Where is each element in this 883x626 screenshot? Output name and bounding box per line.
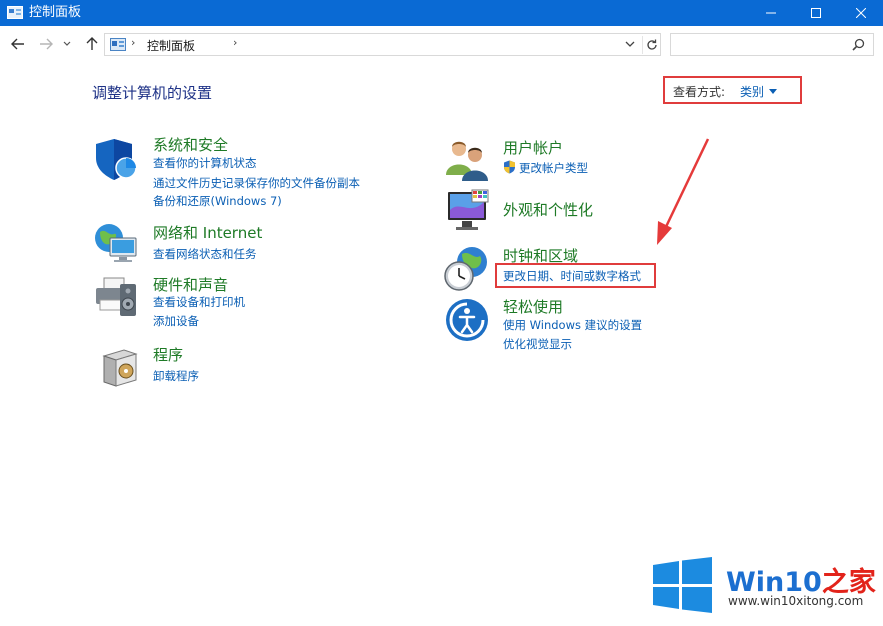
printer-icon[interactable] — [94, 274, 140, 320]
breadcrumb-item[interactable]: 控制面板 — [147, 37, 195, 54]
up-button[interactable] — [82, 34, 102, 54]
link-network-status[interactable]: 查看网络状态和任务 — [153, 246, 257, 262]
category-title-system-security[interactable]: 系统和安全 — [153, 134, 228, 155]
chevron-down-icon — [63, 41, 71, 46]
link-change-date-time-format[interactable]: 更改日期、时间或数字格式 — [503, 268, 641, 284]
link-add-device[interactable]: 添加设备 — [153, 313, 199, 329]
arrow-left-icon — [11, 38, 24, 50]
clock-globe-icon[interactable] — [444, 246, 490, 292]
view-by-label: 查看方式: — [673, 85, 726, 99]
minimize-button[interactable] — [748, 0, 793, 26]
arrow-up-icon — [86, 37, 98, 50]
control-panel-icon — [7, 6, 23, 19]
breadcrumb-separator[interactable]: › — [233, 36, 237, 49]
page-title: 调整计算机的设置 — [92, 84, 213, 102]
back-button[interactable] — [8, 34, 28, 54]
category-title-hardware-sound[interactable]: 硬件和声音 — [153, 274, 228, 295]
forward-button[interactable] — [36, 34, 56, 54]
programs-box-icon[interactable] — [98, 344, 144, 390]
network-globe-icon[interactable] — [94, 220, 140, 266]
view-by-dropdown[interactable]: 类别 — [740, 83, 764, 100]
annotation-arrow — [657, 138, 710, 245]
close-icon — [855, 8, 866, 18]
link-view-computer-status[interactable]: 查看你的计算机状态 — [153, 155, 257, 171]
caret-down-icon[interactable] — [769, 89, 777, 94]
shield-icon[interactable] — [94, 136, 140, 182]
category-title-ease-of-access[interactable]: 轻松使用 — [503, 296, 563, 317]
control-panel-icon — [110, 38, 126, 51]
recent-locations-button[interactable] — [60, 34, 74, 54]
breadcrumb-separator[interactable]: › — [131, 36, 135, 49]
link-backup-restore[interactable]: 备份和还原(Windows 7) — [153, 193, 282, 209]
link-devices-printers[interactable]: 查看设备和打印机 — [153, 294, 245, 310]
users-icon[interactable] — [444, 137, 490, 183]
maximize-button[interactable] — [793, 0, 838, 26]
category-title-programs[interactable]: 程序 — [153, 344, 183, 365]
navigation-bar: › 控制面板 › — [0, 26, 883, 62]
link-uninstall-program[interactable]: 卸载程序 — [153, 368, 199, 384]
category-title-network-internet[interactable]: 网络和 Internet — [153, 222, 262, 243]
search-input[interactable] — [670, 33, 874, 56]
maximize-icon — [810, 8, 821, 18]
link-file-history[interactable]: 通过文件历史记录保存你的文件备份副本 — [153, 175, 360, 191]
watermark-url: www.win10xitong.com — [728, 594, 864, 608]
title-bar: 控制面板 — [0, 0, 883, 26]
address-bar[interactable]: › 控制面板 › — [104, 33, 661, 56]
link-windows-recommended-settings[interactable]: 使用 Windows 建议的设置 — [503, 317, 642, 333]
chevron-down-icon[interactable] — [624, 37, 636, 51]
link-optimize-visual-display[interactable]: 优化视觉显示 — [503, 336, 572, 352]
windows-logo-icon — [653, 557, 712, 613]
minimize-icon — [765, 12, 776, 14]
close-button[interactable] — [838, 0, 883, 26]
appearance-monitor-icon[interactable] — [444, 188, 490, 234]
category-title-user-accounts[interactable]: 用户帐户 — [503, 137, 563, 158]
search-icon[interactable] — [852, 38, 865, 51]
link-change-account-type[interactable]: 更改帐户类型 — [519, 160, 588, 176]
ease-of-access-icon[interactable] — [444, 297, 490, 343]
arrow-right-icon — [40, 38, 53, 50]
uac-shield-icon — [504, 160, 515, 174]
refresh-icon — [646, 39, 657, 50]
window-title: 控制面板 — [29, 5, 82, 20]
category-title-appearance[interactable]: 外观和个性化 — [503, 199, 593, 220]
refresh-button[interactable] — [642, 36, 660, 54]
